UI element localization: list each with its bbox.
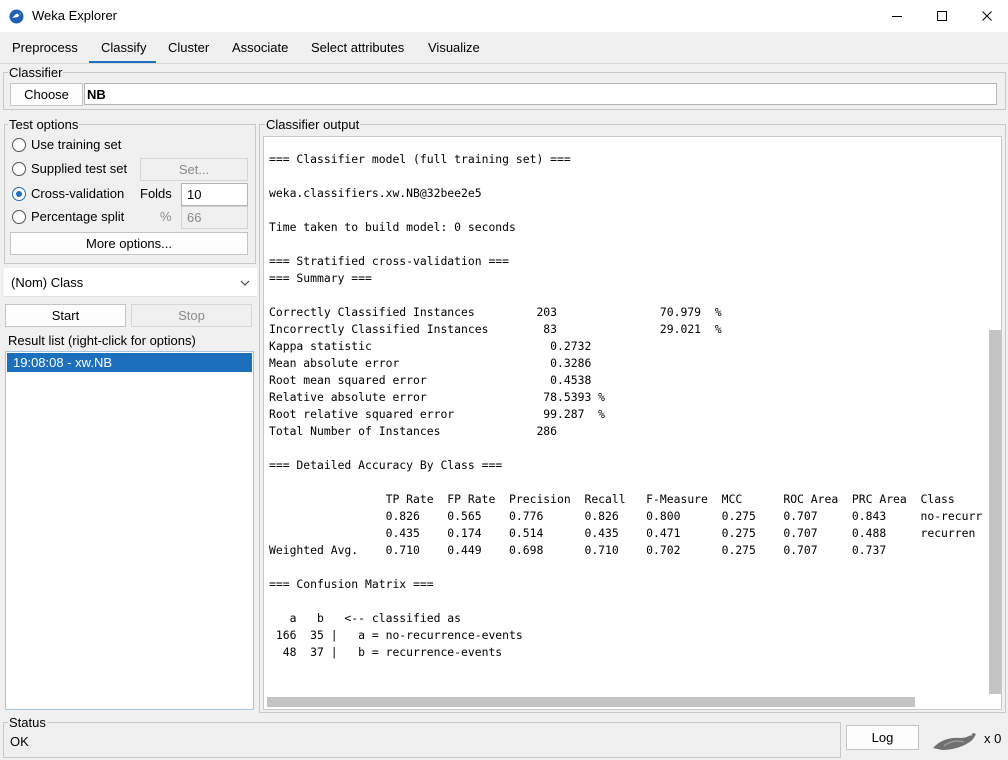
vertical-scrollbar[interactable] [989,330,1001,694]
tab-bar: Preprocess Classify Cluster Associate Se… [0,32,1008,64]
output-line: Total Number of Instances 286 [269,424,558,438]
supplied-test-set-radio[interactable] [12,162,26,176]
maximize-button[interactable] [919,0,965,32]
output-line: === Stratified cross-validation === [269,254,510,268]
folds-input[interactable]: 10 [181,183,248,206]
chevron-down-icon [239,277,251,292]
output-line: Kappa statistic 0.2732 [269,339,592,353]
weka-app-icon [9,9,24,24]
use-training-set-radio[interactable] [12,138,26,152]
output-line: a b <-- classified as [269,611,462,625]
tab-classify[interactable]: Classify [89,32,156,63]
use-training-set-label: Use training set [31,137,122,152]
tab-preprocess[interactable]: Preprocess [0,32,90,63]
more-options-button[interactable]: More options... [10,232,248,255]
output-line: TP Rate FP Rate Precision Recall F-Measu… [269,492,955,506]
minimize-button[interactable] [874,0,920,32]
output-line: === Detailed Accuracy By Class === [269,458,503,472]
cross-validation-radio[interactable] [12,187,26,201]
maximize-icon [937,11,947,21]
output-line: weka.classifiers.xw.NB@32bee2e5 [269,186,482,200]
result-list-item[interactable]: 19:08:08 - xw.NB [7,353,252,372]
output-line: 0.435 0.174 0.514 0.435 0.471 0.275 0.70… [269,526,976,540]
horizontal-scrollbar[interactable] [267,697,915,707]
output-line: === Confusion Matrix === [269,577,434,591]
output-line: Weighted Avg. 0.710 0.449 0.698 0.710 0.… [269,543,887,557]
status-text: OK [10,734,29,749]
status-frame [3,722,841,758]
tab-select-attributes[interactable]: Select attributes [299,32,416,63]
output-line: === Classifier model (full training set)… [269,152,571,166]
output-line: Root relative squared error 99.287 % [269,407,606,421]
cross-validation-label: Cross-validation [31,186,125,201]
class-attribute-value: (Nom) Class [11,275,84,290]
percentage-split-label: Percentage split [31,209,125,224]
tab-visualize[interactable]: Visualize [416,32,492,63]
output-line: Root mean squared error 0.4538 [269,373,592,387]
close-icon [982,11,992,21]
output-line: 0.826 0.565 0.776 0.826 0.800 0.275 0.70… [269,509,983,523]
output-line: 166 35 | a = no-recurrence-events [269,628,523,642]
percentage-input[interactable]: 66 [181,206,248,229]
output-line: 48 37 | b = recurrence-events [269,645,503,659]
close-button[interactable] [964,0,1008,32]
test-options-label: Test options [8,117,80,132]
stop-button[interactable]: Stop [131,304,252,327]
log-button[interactable]: Log [846,725,919,750]
title-bar: Weka Explorer [0,0,1008,32]
folds-label: Folds [140,186,172,201]
window-title: Weka Explorer [32,8,118,23]
classifier-output-label: Classifier output [265,117,361,132]
classifier-output-area[interactable]: === Classifier model (full training set)… [263,136,1002,710]
output-line: === Summary === [269,271,372,285]
output-line: Time taken to build model: 0 seconds [269,220,516,234]
choose-button[interactable]: Choose [10,83,83,106]
set-button[interactable]: Set... [140,158,248,181]
tab-associate[interactable]: Associate [220,32,300,63]
output-line: Incorrectly Classified Instances 83 29.0… [269,322,722,336]
supplied-test-set-label: Supplied test set [31,161,128,176]
classifier-output-text: === Classifier model (full training set)… [269,151,982,661]
start-button[interactable]: Start [5,304,126,327]
result-list[interactable]: 19:08:08 - xw.NB [5,351,254,710]
output-line: Mean absolute error 0.3286 [269,356,592,370]
status-label: Status [8,715,47,730]
classifier-name-field[interactable]: NB [84,83,997,105]
classifier-section-label: Classifier [8,65,64,80]
percentage-split-radio[interactable] [12,210,26,224]
weka-bird-icon [930,728,978,757]
output-line: Correctly Classified Instances 203 70.97… [269,305,722,319]
tab-cluster[interactable]: Cluster [156,32,221,63]
task-count: x 0 [984,731,1002,746]
percent-label: % [160,209,172,224]
result-list-label: Result list (right-click for options) [8,333,196,348]
minimize-icon [892,16,902,17]
output-line: Relative absolute error 78.5393 % [269,390,606,404]
class-attribute-select[interactable]: (Nom) Class [4,268,257,297]
